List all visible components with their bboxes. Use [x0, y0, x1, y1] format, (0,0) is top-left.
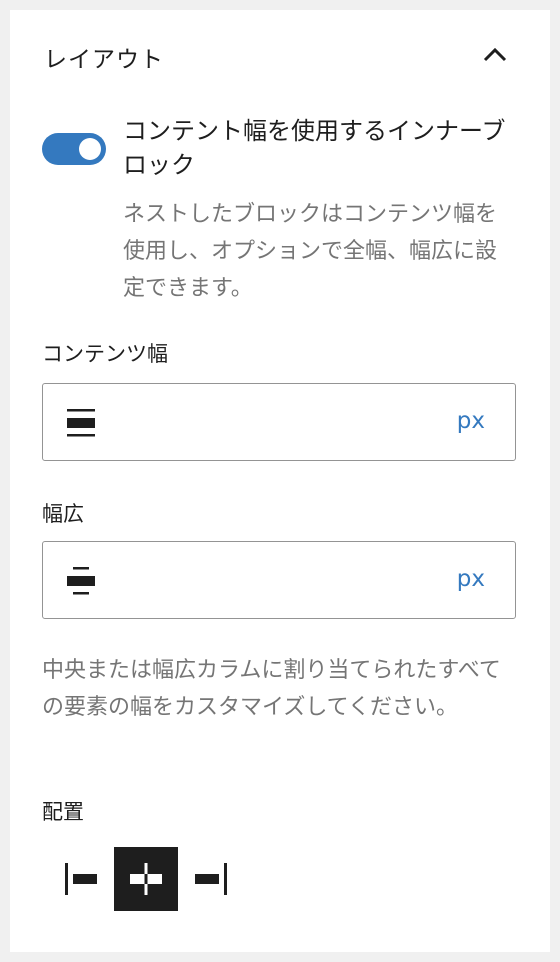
- panel-header[interactable]: レイアウト: [10, 10, 550, 106]
- inner-blocks-content-width-toggle[interactable]: [42, 133, 106, 165]
- justify-right-button[interactable]: [178, 847, 242, 911]
- wide-width-icon: [65, 565, 97, 597]
- toggle-label: コンテント幅を使用するインナーブロック: [123, 117, 506, 179]
- wide-width-label: 幅広: [42, 502, 84, 526]
- justify-left-icon: [65, 863, 97, 895]
- layout-panel: レイアウト コンテント幅を使用するインナーブロック ネストしたブロックはコンテン…: [10, 10, 550, 952]
- content-width-input[interactable]: px: [42, 383, 516, 461]
- justify-left-button[interactable]: [50, 847, 114, 911]
- justify-center-icon: [130, 863, 162, 895]
- wide-width-unit-select[interactable]: px: [457, 566, 485, 592]
- wide-width-input[interactable]: px: [42, 541, 516, 619]
- toggle-knob: [79, 138, 101, 160]
- toggle-help-text: ネストしたブロックはコンテンツ幅を使用し、オプションで全幅、幅広に設定できます。: [123, 202, 498, 301]
- chevron-up-icon[interactable]: [480, 40, 510, 70]
- justify-center-button[interactable]: [114, 847, 178, 911]
- panel-title: レイアウト: [44, 47, 164, 73]
- width-help-text: 中央または幅広カラムに割り当てられたすべての要素の幅をカスタマイズしてください。: [42, 658, 501, 720]
- alignment-label: 配置: [42, 800, 84, 824]
- content-width-unit-select[interactable]: px: [457, 408, 485, 434]
- justify-right-icon: [195, 863, 227, 895]
- content-width-icon: [65, 407, 97, 439]
- content-width-label: コンテンツ幅: [42, 342, 168, 366]
